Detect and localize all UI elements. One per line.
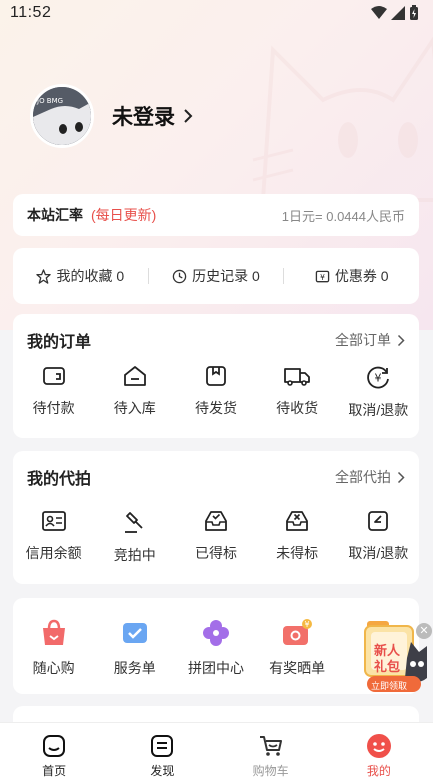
coupons-label: 优惠券 0 [334,268,389,284]
favorites-link[interactable]: 我的收藏 0 [13,266,148,286]
id-card-icon [41,511,66,531]
avatar[interactable]: JO BMG [30,84,94,148]
tab-discover[interactable]: 发现 [108,723,216,779]
bid-won[interactable]: 已得标 [175,509,256,565]
service-group-buy[interactable]: 拼团中心 [175,618,256,678]
bid-cancel-refund[interactable]: 取消/退款 [338,509,419,565]
inbox-check-icon [205,511,227,531]
star-icon [36,268,52,284]
order-pending-shipment-label: 待发货 [194,400,237,416]
order-pending-receipt[interactable]: 待收货 [257,364,338,420]
chevron-right-icon [397,334,405,346]
chevron-right-icon [184,109,193,123]
service-orders[interactable]: 服务单 [94,618,175,678]
tab-cart-label: 购物车 [252,764,289,778]
bid-lost[interactable]: 未得标 [257,509,338,565]
return-icon [368,511,389,531]
service-suixingou[interactable]: 随心购 [13,618,94,678]
shopping-bag-icon [42,619,65,645]
clock-icon [172,269,187,283]
profile-icon [366,734,391,758]
order-pending-payment-label: 待付款 [32,400,75,416]
bid-lost-label: 未得标 [276,545,319,561]
order-cancel-refund-label: 取消/退款 [348,402,409,418]
all-orders-label: 全部订单 [335,332,391,348]
my-bids-card: 我的代拍 全部代拍 信用余额 竞拍中 已得标 未得标 取消/退款 [13,451,419,584]
service-review-reward-label: 有奖晒单 [269,660,326,676]
all-bids-link[interactable]: 全部代拍 [335,467,405,487]
package-icon [206,366,226,386]
my-orders-card: 我的订单 全部订单 待付款 待入库 待发货 待收货 ¥ 取消/退款 [13,314,419,438]
flower-icon [202,620,229,646]
bids-title: 我的代拍 [27,471,92,488]
tab-cart[interactable]: 购物车 [217,723,325,779]
truck-icon [284,368,311,386]
svg-text:¥: ¥ [305,620,310,629]
service-review-reward[interactable]: ¥ 有奖晒单 [257,618,338,678]
orders-title: 我的订单 [27,334,92,351]
profile-login-entry[interactable]: JO BMG 未登录 [30,84,193,148]
exchange-rate-card: 本站汇率 (每日更新) 1日元= 0.0444人民币 [13,194,419,236]
refund-icon: ¥ [367,366,390,389]
gift-line2: 礼包 [374,659,401,674]
status-time: 11:52 [10,4,52,21]
bid-credit-balance-label: 信用余额 [25,545,82,561]
order-pending-shipment[interactable]: 待发货 [175,364,256,420]
favorites-label: 我的收藏 0 [56,268,125,284]
svg-text:¥: ¥ [375,372,382,385]
rate-subtitle: (每日更新) [91,207,157,223]
tab-discover-label: 发现 [150,764,175,778]
coupon-icon: ¥ [315,270,330,282]
warehouse-icon [123,366,146,386]
service-group-buy-label: 拼团中心 [187,660,244,676]
quick-links-card: 我的收藏 0 历史记录 0 ¥ 优惠券 0 [13,248,419,304]
rate-title: 本站汇率 [27,207,83,223]
wallet-icon [42,367,65,385]
rate-value: 1日元= 0.0444人民币 [281,208,405,224]
gavel-icon [124,512,143,533]
tab-mine[interactable]: 我的 [325,723,433,779]
order-cancel-refund[interactable]: ¥ 取消/退款 [338,364,419,420]
order-pending-warehouse[interactable]: 待入库 [94,364,175,420]
order-pending-receipt-label: 待收货 [276,400,319,416]
history-label: 历史记录 0 [192,268,260,284]
bid-won-label: 已得标 [194,545,237,561]
chevron-right-icon [397,471,405,483]
cat-watermark-icon [252,36,433,202]
bottom-tab-bar: 首页 发现 购物车 我的 [0,722,433,779]
checklist-icon [122,623,147,643]
coupons-link[interactable]: ¥ 优惠券 0 [284,266,419,286]
gift-cta: 立即领取 [371,681,408,691]
tab-home[interactable]: 首页 [0,723,108,779]
signal-icon [391,6,405,20]
all-orders-link[interactable]: 全部订单 [335,330,405,350]
avatar-cat-icon: JO BMG [33,87,91,145]
all-bids-label: 全部代拍 [335,469,391,485]
bid-credit-balance[interactable]: 信用余额 [13,509,94,565]
svg-text:¥: ¥ [320,272,325,281]
bid-cancel-refund-label: 取消/退款 [348,545,409,561]
login-label[interactable]: 未登录 [112,101,175,131]
camera-icon: ¥ [283,619,313,645]
tab-home-label: 首页 [42,764,67,778]
wifi-icon [371,6,387,19]
inbox-x-icon [286,511,309,531]
service-orders-label: 服务单 [113,660,156,676]
tab-mine-label: 我的 [366,764,391,778]
battery-icon [410,5,418,20]
service-suixingou-label: 随心购 [32,660,75,676]
gift-close-button[interactable]: ✕ [416,623,432,639]
order-pending-payment[interactable]: 待付款 [13,364,94,420]
bid-in-progress-label: 竞拍中 [113,547,156,563]
home-icon [43,735,66,757]
svg-text:JO BMG: JO BMG [36,97,63,105]
order-pending-warehouse-label: 待入库 [113,400,156,416]
bid-in-progress[interactable]: 竞拍中 [94,509,175,565]
status-bar: 11:52 [0,0,433,26]
discover-icon [151,735,174,757]
cart-icon [259,736,282,756]
services-card: 随心购 服务单 拼团中心 ¥ 有奖晒单 评 [13,598,419,694]
history-link[interactable]: 历史记录 0 [149,266,284,286]
